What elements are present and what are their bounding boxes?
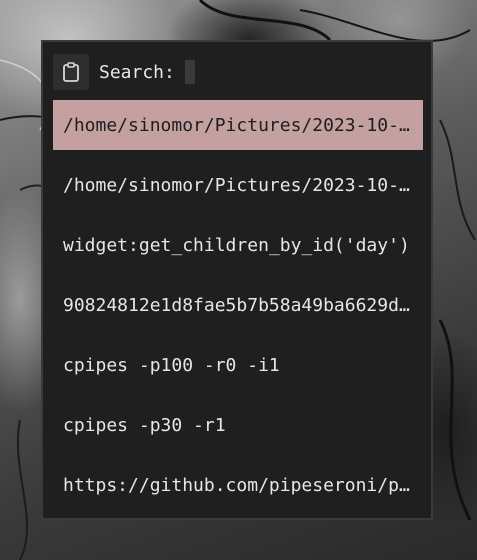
- search-label: Search:: [99, 61, 175, 83]
- search-bar: Search:: [53, 52, 195, 92]
- result-item-selected[interactable]: /home/sinomor/Pictures/2023-10-10_13-45-…: [53, 100, 423, 150]
- results-list: /home/sinomor/Pictures/2023-10-10_13-45-…: [53, 100, 423, 520]
- result-item[interactable]: /home/sinomor/Pictures/2023-10-10_13-40-…: [53, 160, 423, 210]
- result-item-text: cpipes -p30 -r1: [63, 414, 226, 436]
- result-item-text: widget:get_children_by_id('day'): [63, 234, 410, 256]
- result-item[interactable]: 90824812e1d8fae5b7b58a49ba6629d7a8b5e3: [53, 280, 423, 330]
- result-item[interactable]: widget:get_children_by_id('day'): [53, 220, 423, 270]
- result-item-text: cpipes -p100 -r0 -i1: [63, 354, 280, 376]
- clipboard-icon: [53, 54, 89, 90]
- clipboard-launcher: Search: /home/sinomor/Pictures/2023-10-1…: [41, 40, 433, 520]
- result-item[interactable]: cpipes -p100 -r0 -i1: [53, 340, 423, 390]
- result-item[interactable]: https://github.com/pipeseroni/pipes.sh: [53, 460, 423, 510]
- search-input[interactable]: [184, 60, 195, 84]
- result-item-text: /home/sinomor/Pictures/2023-10-10_13-40-…: [63, 174, 413, 196]
- result-item-text: /home/sinomor/Pictures/2023-10-10_13-45-…: [63, 114, 413, 136]
- result-item-text: https://github.com/pipeseroni/pipes.sh: [63, 474, 413, 496]
- result-item-text: 90824812e1d8fae5b7b58a49ba6629d7a8b5e3: [63, 294, 413, 316]
- result-item[interactable]: cpipes -p30 -r1: [53, 400, 423, 450]
